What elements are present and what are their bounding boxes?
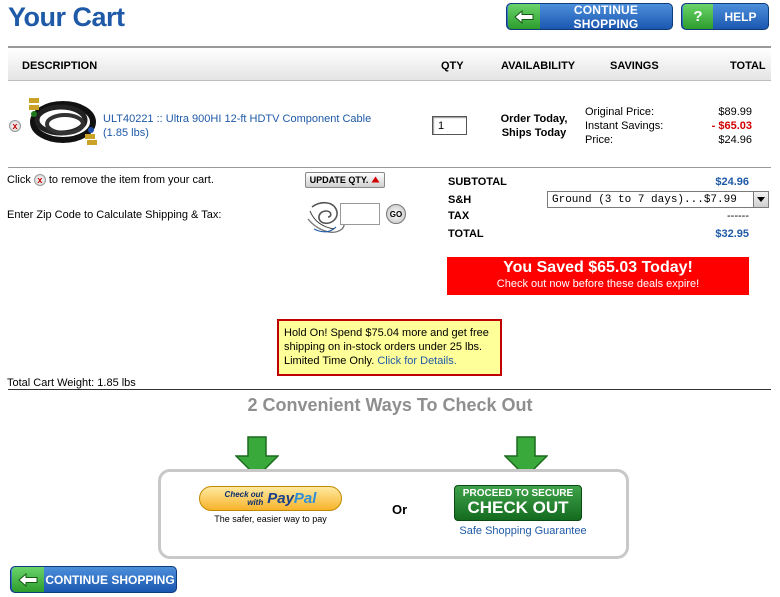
- original-price: $89.99: [718, 106, 752, 118]
- total-label: TOTAL: [448, 228, 484, 240]
- go-button[interactable]: GO: [386, 204, 406, 224]
- availability-line1: Order Today,: [500, 113, 568, 125]
- header-total: TOTAL: [730, 60, 766, 72]
- page-title: Your Cart: [8, 2, 125, 32]
- savings-labels: Original Price: Instant Savings: Price:: [585, 105, 663, 147]
- quantity-input[interactable]: [432, 116, 467, 135]
- item-price: $24.96: [718, 134, 752, 146]
- promo-details-link[interactable]: Click for Details.: [377, 355, 456, 367]
- question-icon: ?: [683, 4, 713, 29]
- shipping-method-value: Ground (3 to 7 days)...$7.99: [552, 193, 737, 206]
- availability-line2: Ships Today: [501, 127, 567, 139]
- tax-value: ------: [727, 210, 749, 222]
- arrow-left-icon: [12, 567, 44, 592]
- instant-savings: - $65.03: [711, 120, 752, 132]
- product-link[interactable]: ULT40221 :: Ultra 900HI 12-ft HDTV Compo…: [103, 112, 373, 140]
- remove-hint-before: Click: [7, 174, 31, 186]
- paypal-checkout-button[interactable]: Check out with PayPal: [199, 486, 342, 511]
- cart-weight: Total Cart Weight: 1.85 lbs: [7, 377, 136, 389]
- divider: [8, 389, 771, 390]
- or-separator: Or: [392, 502, 408, 517]
- continue-shopping-button-bottom[interactable]: CONTINUE SHOPPING: [10, 566, 177, 593]
- help-button[interactable]: ? HELP: [681, 3, 769, 30]
- arrow-left-icon: [508, 4, 540, 29]
- savings-headline: You Saved $65.03 Today!: [503, 259, 693, 276]
- total-value: $32.95: [715, 228, 749, 240]
- update-qty-label: UPDATE QTY.: [309, 175, 369, 185]
- secure-checkout-line2: CHECK OUT: [467, 498, 569, 517]
- zip-label: Enter Zip Code to Calculate Shipping & T…: [7, 209, 222, 221]
- paypal-check-out-text: Check out with: [224, 489, 264, 507]
- cart-table-header: DESCRIPTION QTY AVAILABILITY SAVINGS TOT…: [8, 46, 771, 81]
- savings-values: $89.99 - $65.03 $24.96: [700, 105, 752, 147]
- product-title[interactable]: ULT40221 :: Ultra 900HI 12-ft HDTV Compo…: [103, 112, 373, 126]
- safe-shopping-link[interactable]: Safe Shopping Guarantee: [454, 525, 592, 537]
- secure-checkout-button[interactable]: PROCEED TO SECURE CHECK OUT: [454, 485, 582, 521]
- product-weight: (1.85 lbs): [103, 127, 149, 139]
- original-price-label: Original Price:: [585, 106, 655, 118]
- continue-shopping-label: CONTINUE SHOPPING: [573, 2, 639, 31]
- remove-example-icon: x: [33, 174, 46, 186]
- paypal-logo: PayPal: [267, 490, 317, 507]
- header-availability: AVAILABILITY: [501, 60, 576, 72]
- remove-hint-after: to remove the item from your cart.: [48, 174, 214, 186]
- chevron-down-icon[interactable]: [753, 192, 768, 207]
- tax-label: TAX: [448, 210, 470, 222]
- savings-subline: Check out now before these deals expire!: [496, 278, 700, 290]
- divider: [8, 167, 771, 168]
- zip-code-input[interactable]: [340, 203, 380, 225]
- subtotal-value: $24.96: [715, 176, 749, 188]
- shipping-method-select[interactable]: Ground (3 to 7 days)...$7.99: [547, 191, 769, 208]
- instant-savings-label: Instant Savings:: [585, 120, 664, 132]
- product-image[interactable]: [25, 90, 101, 150]
- header-description: DESCRIPTION: [22, 60, 98, 72]
- header-qty: QTY: [441, 60, 464, 72]
- paypal-tagline: The safer, easier way to pay: [214, 514, 327, 524]
- arrow-up-icon: [371, 175, 380, 185]
- continue-shopping-button[interactable]: CONTINUE SHOPPING: [506, 2, 673, 31]
- checkout-section-title: 2 Convenient Ways To Check Out: [247, 395, 533, 415]
- price-label: Price:: [585, 134, 614, 146]
- savings-banner: You Saved $65.03 Today! Check out now be…: [447, 257, 749, 295]
- continue-shopping-label: CONTINUE SHOPPING: [45, 572, 175, 587]
- sh-label: S&H: [448, 194, 472, 206]
- header-savings: SAVINGS: [610, 60, 659, 72]
- remove-hint: Click x to remove the item from your car…: [7, 174, 214, 186]
- remove-item-icon[interactable]: x: [9, 120, 21, 132]
- subtotal-label: SUBTOTAL: [448, 176, 507, 188]
- free-shipping-promo: Hold On! Spend $75.04 more and get free …: [277, 319, 502, 376]
- help-label: HELP: [724, 9, 757, 24]
- availability-status: Order Today, Ships Today: [494, 112, 574, 140]
- update-qty-button[interactable]: UPDATE QTY.: [305, 172, 385, 188]
